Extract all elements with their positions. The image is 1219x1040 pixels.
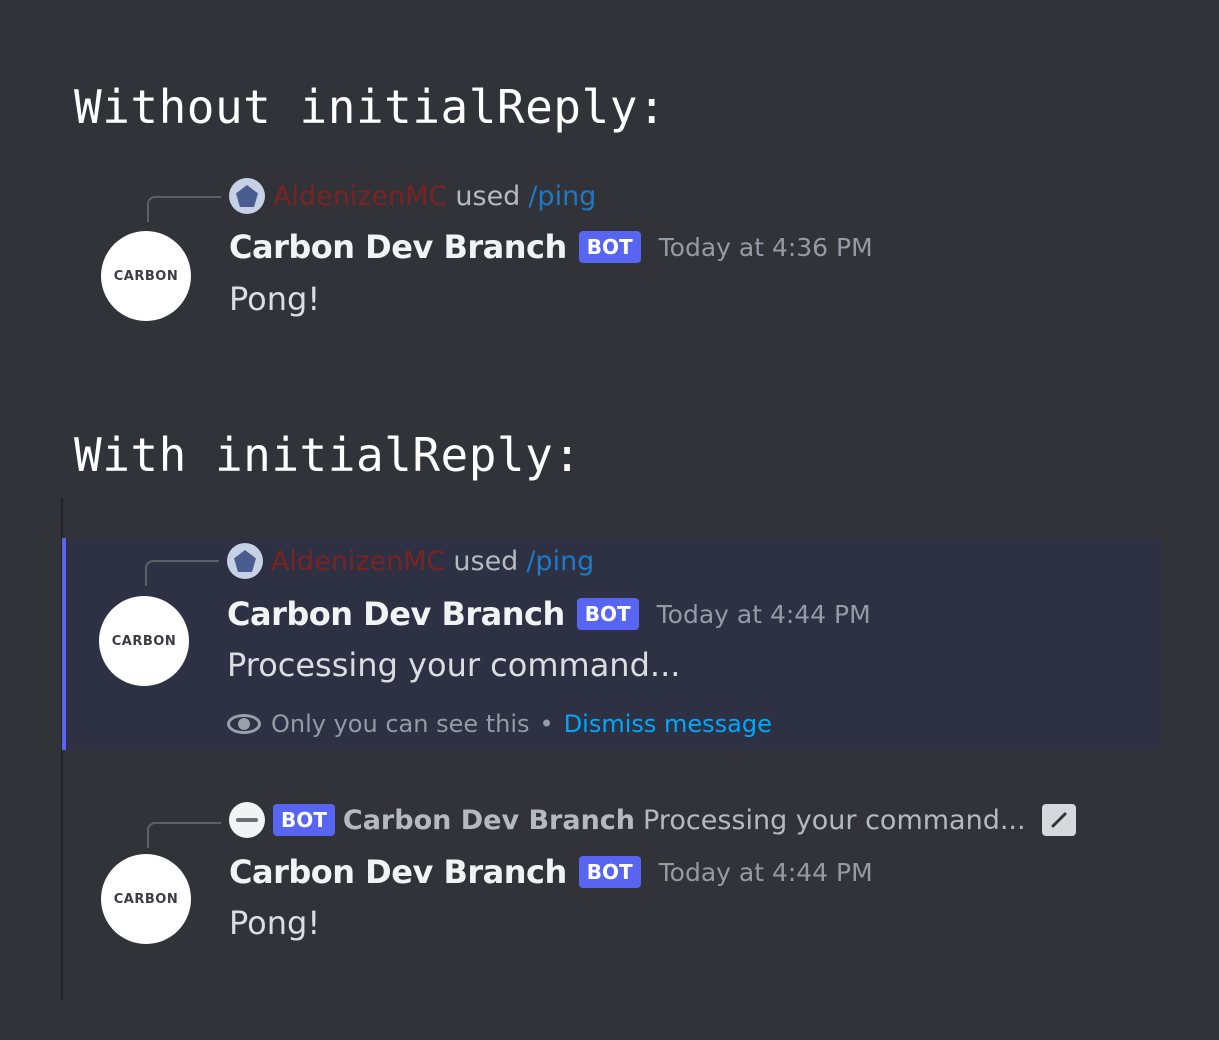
timestamp[interactable]: Today at 4:44 PM [657, 600, 871, 629]
bot-badge: BOT [578, 856, 641, 888]
reply-username[interactable]: AldenizenMC [273, 181, 447, 212]
reply-spine [147, 822, 221, 848]
avatar-logo-text: CARBON [113, 891, 179, 907]
bot-avatar-icon[interactable] [229, 802, 265, 838]
reply-reference[interactable]: AldenizenMC used /ping [229, 176, 596, 216]
message-header: Carbon Dev Branch BOT Today at 4:36 PM [229, 228, 873, 266]
user-avatar-icon[interactable] [227, 543, 263, 579]
avatar-logo-text: CARBON [111, 633, 177, 649]
avatar-logo-text: CARBON [113, 268, 179, 284]
message-content: Pong! [229, 280, 321, 318]
reply-username[interactable]: AldenizenMC [271, 546, 445, 577]
message-content: Processing your command... [227, 646, 681, 684]
message-header: Carbon Dev Branch BOT Today at 4:44 PM [229, 853, 873, 891]
author-name[interactable]: Carbon Dev Branch [227, 595, 565, 633]
reply-spine [147, 196, 221, 222]
bot-badge: BOT [578, 231, 641, 263]
separator-dot: • [539, 710, 554, 738]
dismiss-message-link[interactable]: Dismiss message [564, 710, 772, 738]
reply-bot-badge: BOT [273, 804, 335, 836]
timestamp[interactable]: Today at 4:44 PM [659, 858, 873, 887]
bot-avatar[interactable]: CARBON [101, 231, 191, 321]
reply-spine [145, 560, 219, 586]
edit-icon-glyph [1051, 812, 1067, 828]
reply-command[interactable]: /ping [528, 181, 596, 212]
only-you-label: Only you can see this [271, 710, 530, 738]
heading-without-initial-reply: Without initialReply: [74, 80, 667, 134]
timestamp[interactable]: Today at 4:36 PM [659, 233, 873, 262]
bot-avatar[interactable]: CARBON [99, 596, 189, 686]
eye-icon [227, 714, 261, 734]
ephemeral-notice: Only you can see this • Dismiss message [227, 710, 772, 738]
edit-icon [1041, 804, 1076, 836]
message-content: Pong! [229, 904, 321, 942]
message-header: Carbon Dev Branch BOT Today at 4:44 PM [227, 595, 871, 633]
bot-badge: BOT [576, 598, 639, 630]
author-name[interactable]: Carbon Dev Branch [229, 228, 567, 266]
bot-avatar[interactable]: CARBON [101, 854, 191, 944]
reply-preview-text[interactable]: Processing your command... [643, 805, 1026, 836]
message-3[interactable]: BOT Carbon Dev Branch Processing your co… [65, 796, 1160, 966]
message-2[interactable]: AldenizenMC used /ping CARBON Carbon Dev… [62, 538, 1161, 750]
reply-used-label: used [455, 180, 521, 212]
user-avatar-icon[interactable] [229, 178, 265, 214]
reply-reference[interactable]: AldenizenMC used /ping [227, 541, 594, 581]
author-name[interactable]: Carbon Dev Branch [229, 853, 567, 891]
heading-with-initial-reply: With initialReply: [74, 428, 582, 482]
reply-command[interactable]: /ping [526, 546, 594, 577]
message-1[interactable]: AldenizenMC used /ping CARBON Carbon Dev… [65, 170, 1160, 340]
reply-reference[interactable]: BOT Carbon Dev Branch Processing your co… [229, 800, 1076, 840]
reply-author-name[interactable]: Carbon Dev Branch [343, 805, 635, 836]
reply-used-label: used [453, 545, 519, 577]
